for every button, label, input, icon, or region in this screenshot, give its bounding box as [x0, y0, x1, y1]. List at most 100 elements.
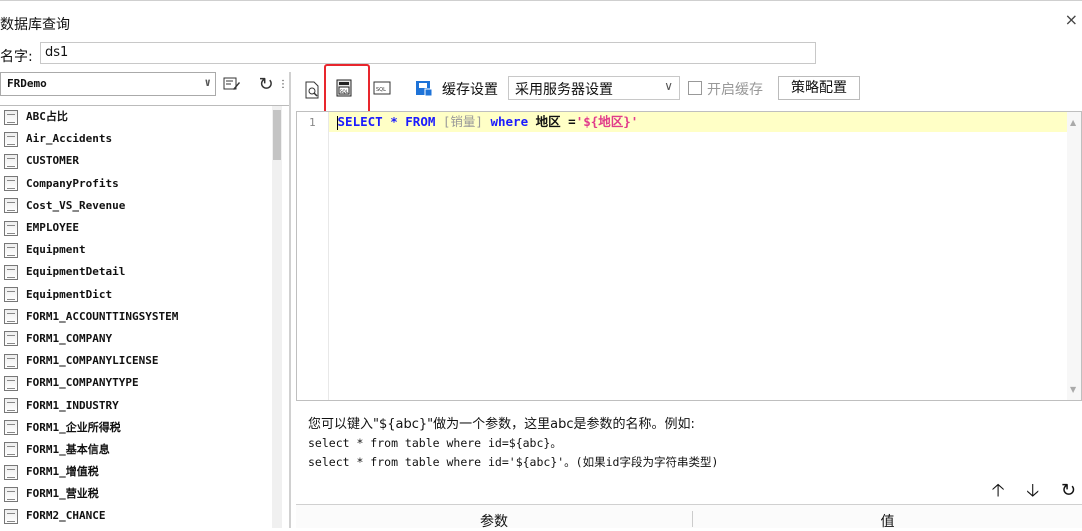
table-list-item[interactable]: Air_Accidents [0, 128, 272, 150]
dataset-name-input[interactable]: ds1 [40, 42, 816, 64]
table-icon [4, 464, 18, 480]
params-table-header: 参数 值 [296, 504, 1082, 530]
sql-editor[interactable]: 1 SELECT * FROM [销量] where 地区 ='${地区}' ▲… [296, 111, 1082, 401]
table-list-item[interactable]: FORM2_CHANCE [0, 505, 272, 527]
enable-cache-checkbox[interactable] [688, 81, 702, 95]
table-name: EquipmentDict [26, 287, 113, 301]
table-name: FORM1_COMPANY [26, 331, 113, 345]
table-list-item[interactable]: FORM1_企业所得税 [0, 417, 272, 439]
table-list: ABC占比 Air_Accidents CUSTOMER CompanyProfits… [0, 105, 290, 528]
table-icon [4, 309, 18, 325]
table-name: FORM2_CHANCE [26, 509, 106, 523]
table-name: FORM1_INDUSTRY [26, 398, 119, 412]
panel-splitter[interactable] [289, 72, 291, 528]
chevron-down-icon: ∨ [664, 79, 673, 93]
cache-mode-select[interactable]: 采用服务器设置 ∨ [508, 76, 680, 100]
table-list-item[interactable]: ABC占比 [0, 106, 272, 128]
table-icon [4, 331, 18, 347]
table-icon [4, 242, 18, 258]
table-icon [4, 508, 18, 524]
name-label: 名字: [0, 49, 33, 65]
refresh-icon[interactable]: ↻ [254, 72, 278, 96]
table-name: FORM1_增值税 [26, 465, 99, 479]
table-name: ABC占比 [26, 110, 68, 124]
sql-line[interactable]: SELECT * FROM [销量] where 地区 ='${地区}' [329, 112, 1081, 132]
table-name: FORM1_企业所得税 [26, 420, 121, 434]
preview-icon[interactable] [302, 80, 322, 100]
line-number: 1 [309, 116, 316, 129]
table-icon [4, 220, 18, 236]
table-icon [4, 442, 18, 458]
enable-cache-label: 开启缓存 [707, 82, 763, 98]
table-list-item[interactable]: EMPLOYEE [0, 217, 272, 239]
table-name: EMPLOYEE [26, 221, 79, 235]
table-list-item[interactable]: Cost_VS_Revenue [0, 195, 272, 217]
sql-query-icon[interactable]: SQL [334, 78, 354, 98]
table-name: FORM1_COMPANYLICENSE [26, 354, 159, 368]
table-list-item[interactable]: EquipmentDetail [0, 261, 272, 283]
move-up-icon[interactable]: 🡡 [992, 480, 1005, 501]
table-list-item[interactable]: FORM1_ACCOUNTTINGSYSTEM [0, 306, 272, 328]
table-name: Cost_VS_Revenue [26, 198, 126, 212]
table-name: FORM1_COMPANYTYPE [26, 376, 139, 390]
table-icon [4, 109, 18, 125]
table-icon [4, 486, 18, 502]
chevron-down-icon: ∨ [204, 76, 211, 89]
table-icon [4, 176, 18, 192]
table-icon [4, 264, 18, 280]
sql-keyword-where: where [490, 114, 529, 129]
datasource-selected: FRDemo [7, 77, 47, 90]
table-name: FORM1_基本信息 [26, 442, 110, 456]
table-name: EquipmentDetail [26, 265, 126, 279]
datasource-select[interactable]: FRDemo ∨ [0, 72, 216, 96]
table-list-item[interactable]: CUSTOMER [0, 150, 272, 172]
table-list-item[interactable]: FORM1_增值税 [0, 461, 272, 483]
sql-keyword-select: SELECT [337, 114, 383, 129]
col-param: 参数 [480, 514, 508, 530]
table-list-item[interactable]: FORM1_基本信息 [0, 439, 272, 461]
table-icon [4, 287, 18, 303]
sql-keyword-from: FROM [405, 114, 436, 129]
table-name: FORM1_营业税 [26, 487, 99, 501]
svg-text:SQL: SQL [340, 89, 349, 94]
scroll-down-icon[interactable]: ▼ [1070, 385, 1076, 394]
sql-table: [销量] [435, 114, 491, 129]
collapse-handle-icon[interactable]: ⋮ [278, 72, 288, 96]
table-list-scrollbar[interactable] [272, 106, 282, 528]
sql-format-icon[interactable]: SQL [372, 78, 392, 98]
scroll-up-icon[interactable]: ▲ [1070, 118, 1076, 127]
table-list-item[interactable]: FORM1_INDUSTRY [0, 394, 272, 416]
table-list-item[interactable]: EquipmentDict [0, 284, 272, 306]
cache-settings-icon[interactable] [414, 78, 434, 98]
table-list-item[interactable]: FORM1_COMPANYTYPE [0, 372, 272, 394]
datasource-panel: FRDemo ∨ ↻ ⋮ ABC占比 Air_Accidents CUSTOMER C… [0, 72, 290, 528]
table-icon [4, 153, 18, 169]
cache-mode-value: 采用服务器设置 [515, 82, 613, 98]
dialog-titlebar: 数据库查询 × [0, 0, 1082, 40]
table-list-item[interactable]: FORM1_营业税 [0, 483, 272, 505]
svg-text:SQL: SQL [376, 87, 386, 93]
sql-star: * [382, 114, 406, 129]
table-icon [4, 375, 18, 391]
refresh-params-icon[interactable]: ↻ [1061, 480, 1076, 501]
hint-line-2: select * from table where id=${abc}。 [308, 436, 562, 450]
hint-line-1: 您可以键入"${abc}"做为一个参数，这里abc是参数的名称。例如: [308, 417, 695, 432]
cache-settings-label: 缓存设置 [442, 82, 498, 98]
table-list-item[interactable]: Equipment [0, 239, 272, 261]
table-list-item[interactable]: FORM1_COMPANYLICENSE [0, 350, 272, 372]
sql-param: '${地区}' [575, 114, 639, 129]
table-name: FORM1_ACCOUNTTINGSYSTEM [26, 309, 179, 323]
table-name: CompanyProfits [26, 176, 119, 190]
table-list-item[interactable]: CompanyProfits [0, 173, 272, 195]
table-list-item[interactable]: FORM1_COMPANY [0, 328, 272, 350]
policy-config-button[interactable]: 策略配置 [778, 76, 860, 100]
move-down-icon[interactable]: 🡣 [1026, 480, 1039, 501]
line-gutter: 1 [297, 112, 329, 400]
table-name: Equipment [26, 243, 86, 257]
close-icon[interactable]: × [1065, 12, 1078, 28]
editor-scrollbar[interactable]: ▲ ▼ [1067, 112, 1081, 400]
table-icon [4, 420, 18, 436]
table-icon [4, 398, 18, 414]
sql-field: 地区 = [528, 114, 576, 129]
edit-connection-icon[interactable] [220, 72, 244, 96]
